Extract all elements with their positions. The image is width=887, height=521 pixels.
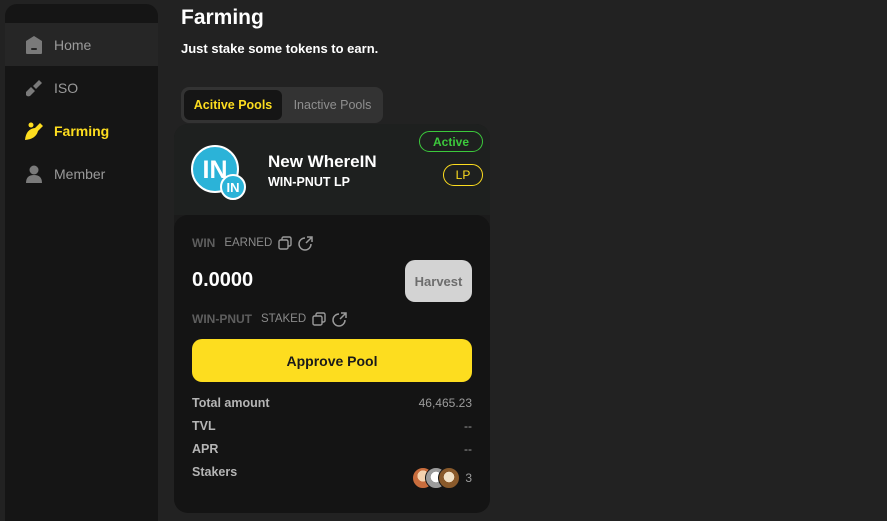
- sidebar-item-label: Member: [54, 165, 106, 182]
- sidebar-item-member[interactable]: Member: [5, 152, 158, 195]
- sidebar-item-label: Farming: [54, 122, 110, 139]
- avatar: [438, 467, 461, 489]
- tab-active-pools[interactable]: Acitive Pools: [184, 90, 282, 120]
- tvl-value: --: [464, 419, 472, 433]
- pool-pair: WIN-PNUT LP: [268, 175, 350, 189]
- token-logo: IN IN: [191, 145, 246, 200]
- earned-value: 0.0000: [192, 269, 254, 291]
- total-amount-value: 46,465.23: [418, 396, 472, 410]
- lp-badge: LP: [443, 164, 483, 186]
- total-amount-label: Total amount: [192, 396, 270, 410]
- sidebar: Home ISO Farming Member: [5, 4, 158, 521]
- tab-inactive-pools[interactable]: Inactive Pools: [285, 90, 380, 120]
- pool-card: IN IN New WhereIN WIN-PNUT LP Active LP …: [174, 124, 490, 513]
- sidebar-item-home[interactable]: Home: [5, 23, 158, 66]
- stakers-label: Stakers: [192, 465, 238, 479]
- external-link-icon[interactable]: [332, 311, 348, 327]
- earned-row: WIN EARNED: [192, 235, 314, 251]
- token-logo-small-text: IN: [227, 180, 240, 195]
- sidebar-item-farming[interactable]: Farming: [5, 109, 158, 152]
- stakers-count: 3: [465, 471, 472, 485]
- copy-icon[interactable]: [312, 312, 326, 326]
- farming-icon: [23, 120, 45, 142]
- stakers-avatars: 3: [412, 467, 472, 489]
- copy-icon[interactable]: [278, 236, 292, 250]
- home-icon: [23, 34, 45, 56]
- sidebar-item-iso[interactable]: ISO: [5, 66, 158, 109]
- staked-label: STAKED: [261, 313, 307, 325]
- page-title: Farming: [181, 6, 264, 29]
- earned-token: WIN: [192, 236, 216, 250]
- pool-tabs: Acitive Pools Inactive Pools: [181, 87, 383, 123]
- earned-label: EARNED: [224, 237, 273, 249]
- page-subtitle: Just stake some tokens to earn.: [181, 41, 379, 56]
- pool-card-header: IN IN New WhereIN WIN-PNUT LP Active LP: [174, 124, 490, 215]
- status-badge: Active: [419, 131, 483, 152]
- apr-label: APR: [192, 442, 219, 456]
- sidebar-item-label: ISO: [54, 79, 79, 96]
- staked-token: WIN-PNUT: [192, 312, 252, 326]
- apr-value: --: [464, 442, 472, 456]
- approve-pool-button[interactable]: Approve Pool: [192, 339, 472, 382]
- sidebar-item-label: Home: [54, 36, 92, 53]
- user-icon: [23, 163, 45, 185]
- pool-card-body: WIN EARNED 0.0000 Harvest WIN-PNUT STAKE…: [174, 215, 490, 513]
- external-link-icon[interactable]: [298, 235, 314, 251]
- harvest-button[interactable]: Harvest: [405, 260, 472, 302]
- shovel-icon: [23, 77, 45, 99]
- pool-name: New WhereIN: [268, 152, 377, 171]
- tvl-label: TVL: [192, 419, 216, 433]
- staked-row: WIN-PNUT STAKED: [192, 311, 348, 327]
